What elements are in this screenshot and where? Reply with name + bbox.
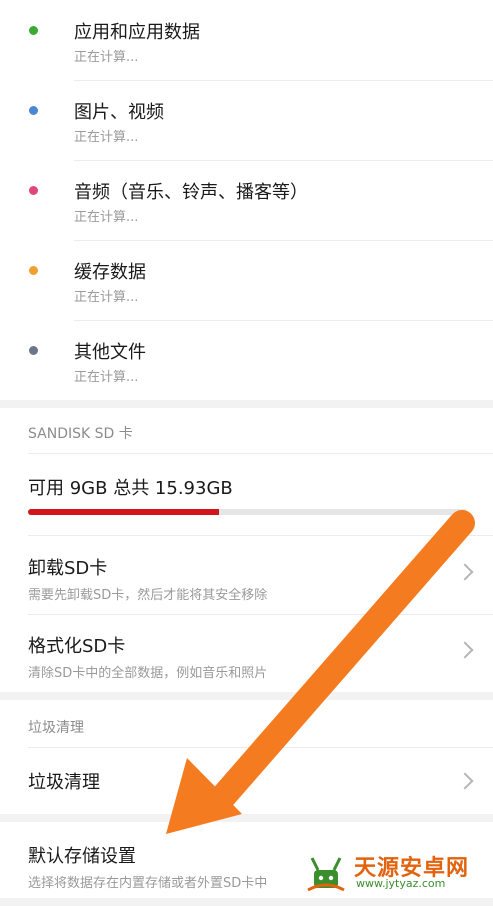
category-apps[interactable]: 应用和应用数据 正在计算... — [0, 0, 493, 80]
format-sd-button[interactable]: 格式化SD卡 清除SD卡中的全部数据，例如音乐和照片 — [0, 616, 493, 696]
category-images-videos[interactable]: 图片、视频 正在计算... — [0, 80, 493, 160]
option-title: 卸载SD卡 — [28, 558, 108, 579]
chevron-right-icon — [456, 641, 474, 659]
category-title: 缓存数据 — [74, 262, 146, 283]
logo-icon — [307, 857, 345, 892]
category-title: 图片、视频 — [74, 102, 164, 123]
chevron-right-icon — [456, 772, 474, 790]
option-subtitle: 清除SD卡中的全部数据，例如音乐和照片 — [28, 666, 268, 681]
chevron-right-icon — [456, 563, 474, 581]
watermark-url: www.jytyaz.com — [356, 877, 446, 890]
category-status: 正在计算... — [74, 370, 139, 385]
option-subtitle: 选择将数据存在内置存储或者外置SD卡中 — [28, 876, 268, 891]
color-dot-icon — [29, 346, 38, 355]
category-status: 正在计算... — [74, 130, 139, 145]
category-title: 应用和应用数据 — [74, 22, 200, 43]
option-title: 垃圾清理 — [28, 772, 100, 793]
option-title: 格式化SD卡 — [28, 636, 126, 657]
color-dot-icon — [29, 186, 38, 195]
junk-cleanup-button[interactable]: 垃圾清理 — [0, 748, 493, 812]
color-dot-icon — [29, 266, 38, 275]
category-status: 正在计算... — [74, 210, 139, 225]
category-cache[interactable]: 缓存数据 正在计算... — [0, 240, 493, 320]
watermark: 天源安卓网 www.jytyaz.com — [296, 848, 491, 894]
storage-usage-fill — [28, 509, 219, 515]
storage-categories-card: 应用和应用数据 正在计算... 图片、视频 正在计算... 音频（音乐、铃声、播… — [0, 0, 493, 400]
divider — [28, 614, 493, 615]
category-status: 正在计算... — [74, 290, 139, 305]
sd-usage-text: 可用 9GB 总共 15.93GB — [28, 478, 233, 499]
color-dot-icon — [29, 26, 38, 35]
unmount-sd-button[interactable]: 卸载SD卡 需要先卸载SD卡，然后才能将其安全移除 — [0, 538, 493, 618]
option-title: 默认存储设置 — [28, 846, 136, 867]
storage-usage-bar — [28, 509, 467, 515]
category-title: 其他文件 — [74, 342, 146, 363]
color-dot-icon — [29, 106, 38, 115]
junk-header: 垃圾清理 — [28, 720, 84, 736]
option-subtitle: 需要先卸载SD卡，然后才能将其安全移除 — [28, 588, 268, 603]
divider — [28, 453, 493, 454]
category-status: 正在计算... — [74, 50, 139, 65]
category-title: 音频（音乐、铃声、播客等） — [74, 182, 308, 203]
category-audio[interactable]: 音频（音乐、铃声、播客等） 正在计算... — [0, 160, 493, 240]
category-other-files[interactable]: 其他文件 正在计算... — [0, 320, 493, 400]
sd-card-header: SANDISK SD 卡 — [28, 426, 133, 442]
divider — [28, 535, 493, 536]
